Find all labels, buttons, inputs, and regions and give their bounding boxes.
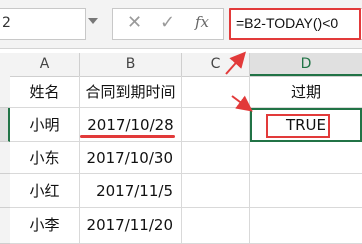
name-box-value: 2 (2, 15, 11, 31)
column-header-c[interactable]: C (182, 53, 250, 76)
cell-a1[interactable]: 姓名 (10, 76, 80, 108)
select-all-corner[interactable] (0, 53, 10, 76)
row-header-5[interactable] (0, 208, 10, 244)
spreadsheet-screenshot: 2 ✕ ✓ fx =B2-TODAY()<0 A B C D 姓名 合同到期时间… (0, 0, 362, 244)
true-annotation-box (266, 114, 330, 138)
cell-c1[interactable] (182, 76, 250, 108)
row-header-4[interactable] (0, 174, 10, 208)
column-header-d[interactable]: D (250, 53, 362, 76)
cell-a4[interactable]: 小红 (10, 174, 80, 208)
cancel-icon[interactable]: ✕ (127, 12, 142, 33)
enter-icon[interactable]: ✓ (160, 12, 175, 33)
column-header-a[interactable]: A (10, 53, 80, 76)
cell-d4[interactable] (250, 174, 362, 208)
insert-function-icon[interactable]: fx (195, 13, 209, 31)
cell-a3[interactable]: 小东 (10, 142, 80, 174)
cell-c5[interactable] (182, 208, 250, 244)
cell-b3[interactable]: 2017/10/30 (80, 142, 182, 174)
cell-b5[interactable]: 2017/11/20 (80, 208, 182, 244)
formula-bar: 2 ✕ ✓ fx =B2-TODAY()<0 (0, 0, 362, 49)
formula-controls: ✕ ✓ fx (112, 8, 224, 40)
cell-a2[interactable]: 小明 (10, 108, 80, 142)
cell-a5[interactable]: 小李 (10, 208, 80, 244)
row-header-3[interactable] (0, 142, 10, 174)
column-header-row: A B C D (0, 53, 362, 77)
cell-b4[interactable]: 2017/11/5 (80, 174, 182, 208)
column-header-b[interactable]: B (80, 53, 182, 76)
cell-c2[interactable] (182, 108, 250, 142)
row-header-1[interactable] (0, 76, 10, 108)
cell-c3[interactable] (182, 142, 250, 174)
cell-d5[interactable] (250, 208, 362, 244)
cell-c4[interactable] (182, 174, 250, 208)
formula-annotation-box (229, 8, 361, 40)
name-box-dropdown-icon[interactable] (88, 18, 98, 24)
cell-d1[interactable]: 过期 (250, 76, 362, 108)
row-header-2[interactable] (0, 108, 10, 142)
cell-b1[interactable]: 合同到期时间 (80, 76, 182, 108)
date-underline-annotation (80, 135, 175, 138)
name-box[interactable]: 2 (0, 8, 86, 40)
cell-d3[interactable] (250, 142, 362, 174)
